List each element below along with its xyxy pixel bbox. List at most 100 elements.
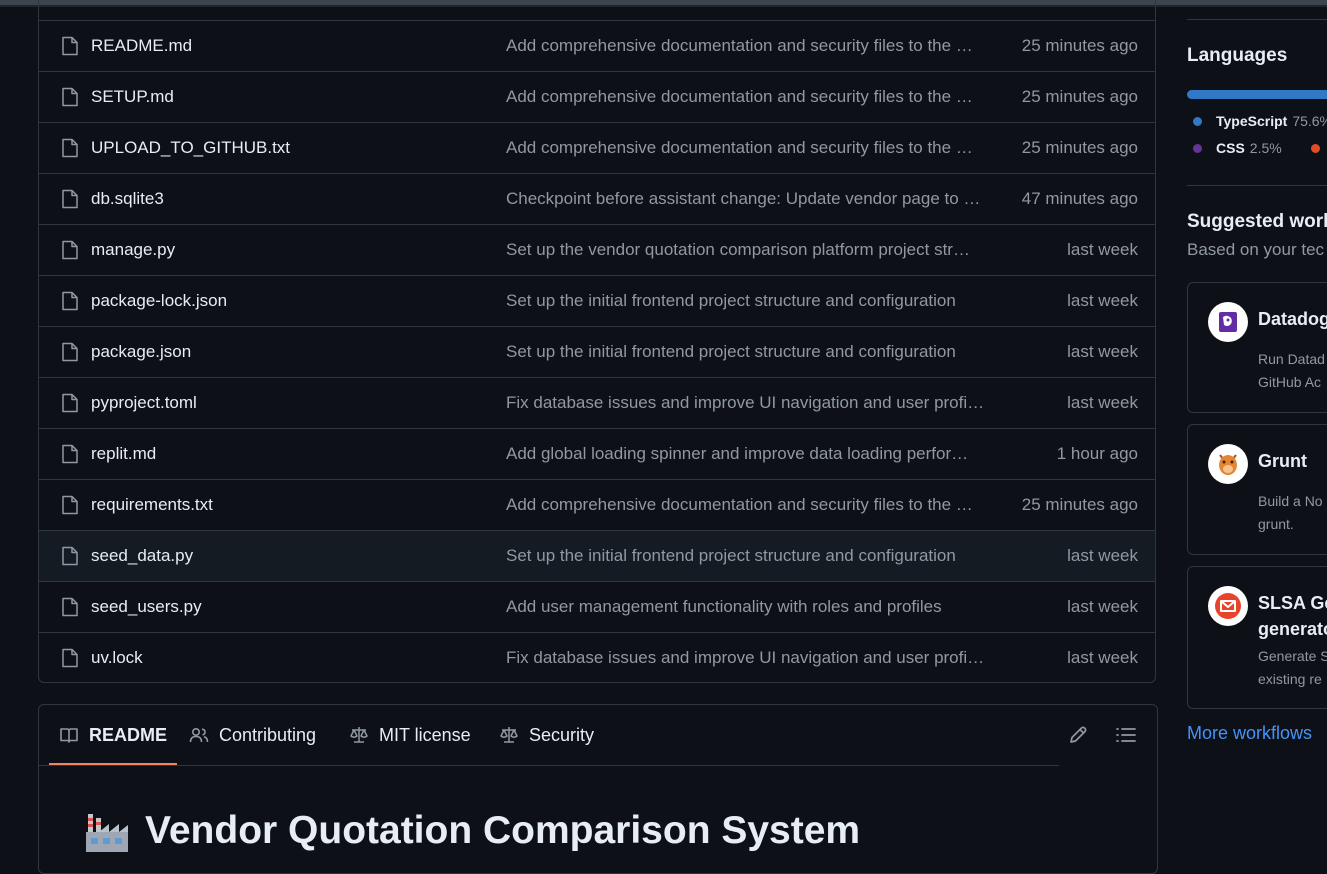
language-name: CSS	[1216, 140, 1245, 156]
file-name-link[interactable]: README.md	[91, 36, 192, 56]
workflow-title: Datadog	[1258, 309, 1327, 329]
readme-tab-bar: README Contributing MIT license Security	[39, 705, 1059, 766]
file-row[interactable]: seed_data.py Set up the initial frontend …	[39, 530, 1155, 581]
scale-icon	[350, 727, 368, 743]
commit-message-link[interactable]: Set up the vendor quotation comparison p…	[506, 240, 991, 260]
commit-time: last week	[1067, 597, 1138, 616]
file-name-link[interactable]: requirements.txt	[91, 495, 213, 515]
file-row[interactable]: manage.py Set up the vendor quotation com…	[39, 224, 1155, 275]
workflow-card-grunt[interactable]: Grunt Build a No grunt.	[1187, 424, 1327, 555]
commit-message-link[interactable]: Add comprehensive documentation and secu…	[506, 495, 991, 515]
tab-security[interactable]: Security	[499, 705, 594, 765]
file-name-link[interactable]: pyproject.toml	[91, 393, 197, 413]
file-row[interactable]: SETUP.md Add comprehensive documentation …	[39, 71, 1155, 122]
divider	[1187, 185, 1327, 186]
file-row[interactable]: package-lock.json Set up the initial fron…	[39, 275, 1155, 326]
workflow-description: Build a No	[1258, 493, 1323, 509]
file-row[interactable]: UPLOAD_TO_GITHUB.txt Add comprehensive do…	[39, 122, 1155, 173]
language-percent: 75.6%	[1292, 113, 1327, 129]
file-row[interactable]: uv.lock Fix database issues and improve U…	[39, 632, 1155, 682]
tab-security-label: Security	[529, 724, 595, 745]
language-bar	[1187, 90, 1327, 99]
commit-message-link[interactable]: Fix database issues and improve UI navig…	[506, 648, 991, 668]
language-percent: 2.5%	[1249, 140, 1282, 156]
workflow-title: Grunt	[1258, 451, 1307, 471]
file-name-link[interactable]: seed_users.py	[91, 597, 202, 617]
file-icon	[62, 240, 78, 260]
file-row[interactable]: seed_users.py Add user management functio…	[39, 581, 1155, 632]
workflow-card-slsa[interactable]: SLSA Ger generato Generate S existing re	[1187, 566, 1327, 709]
commit-message-link[interactable]: Set up the initial frontend project stru…	[506, 546, 991, 566]
datadog-logo-icon	[1208, 302, 1248, 342]
commit-message-link[interactable]: Add comprehensive documentation and secu…	[506, 138, 991, 158]
commit-time: last week	[1067, 393, 1138, 412]
commit-time: 25 minutes ago	[1021, 495, 1138, 514]
list-icon[interactable]	[1115, 724, 1137, 746]
tab-contributing[interactable]: Contributing	[189, 705, 316, 765]
language-typescript[interactable]: TypeScript 75.6%	[1193, 113, 1327, 129]
commit-time: 1 hour ago	[1056, 444, 1138, 463]
tab-readme-label: README	[89, 724, 168, 745]
tab-readme[interactable]: README	[48, 705, 178, 765]
commit-message-link[interactable]: Add user management functionality with r…	[506, 597, 991, 617]
workflow-card-datadog[interactable]: Datadog Run Datad GitHub Ac	[1187, 282, 1327, 413]
file-row[interactable]: replit.md Add global loading spinner and …	[39, 428, 1155, 479]
workflow-description: grunt.	[1258, 516, 1294, 532]
file-row[interactable]: pyproject.toml Fix database issues and im…	[39, 377, 1155, 428]
file-icon	[62, 291, 78, 311]
file-name-link[interactable]: package.json	[91, 342, 191, 362]
commit-time: 25 minutes ago	[1021, 36, 1138, 55]
file-icon	[62, 444, 78, 464]
typescript-dot-icon	[1193, 116, 1202, 126]
book-icon	[60, 728, 78, 743]
scale-icon	[500, 727, 518, 743]
file-row[interactable]: package.json Set up the initial frontend …	[39, 326, 1155, 377]
file-icon	[62, 648, 78, 668]
readme-heading: Vendor Quotation Comparison System	[85, 809, 860, 853]
file-row[interactable]: db.sqlite3 Checkpoint before assistant ch…	[39, 173, 1155, 224]
commit-message-link[interactable]: Checkpoint before assistant change: Upda…	[506, 189, 991, 209]
file-row[interactable]: requirements.txt Add comprehensive docume…	[39, 479, 1155, 530]
file-name-link[interactable]: package-lock.json	[91, 291, 227, 311]
readme-panel: README Contributing MIT license Security…	[38, 704, 1158, 874]
commit-time: last week	[1067, 546, 1138, 565]
factory-icon	[86, 814, 128, 852]
language-dot-icon	[1311, 144, 1320, 153]
workflow-description: GitHub Ac	[1258, 374, 1322, 390]
file-name-link[interactable]: replit.md	[91, 444, 156, 464]
file-row[interactable]: README.md Add comprehensive documentation…	[39, 20, 1155, 71]
file-name-link[interactable]: SETUP.md	[91, 87, 174, 107]
commit-message-link[interactable]: Add comprehensive documentation and secu…	[506, 36, 991, 56]
language-css[interactable]: CSS 2.5%	[1193, 140, 1282, 156]
readme-title-text: Vendor Quotation Comparison System	[145, 809, 861, 852]
file-icon	[62, 546, 78, 566]
language-name: TypeScript	[1216, 113, 1288, 129]
workflow-description: Generate S	[1258, 648, 1327, 664]
slsa-logo-icon	[1208, 586, 1248, 626]
workflows-heading: Suggested work	[1187, 211, 1327, 232]
workflows-subheading: Based on your tec	[1187, 240, 1325, 259]
more-workflows-link[interactable]: More workflows	[1187, 723, 1312, 744]
workflow-title-line: SLSA Ger	[1258, 593, 1327, 613]
file-icon	[62, 393, 78, 413]
tab-license[interactable]: MIT license	[349, 705, 471, 765]
pencil-icon[interactable]	[1067, 724, 1089, 746]
file-list: README.md Add comprehensive documentation…	[38, 0, 1156, 683]
commit-message-link[interactable]: Add global loading spinner and improve d…	[506, 444, 991, 464]
commit-time: 25 minutes ago	[1021, 87, 1138, 106]
file-name-link[interactable]: UPLOAD_TO_GITHUB.txt	[91, 138, 290, 158]
commit-time: 25 minutes ago	[1021, 138, 1138, 157]
commit-message-link[interactable]: Set up the initial frontend project stru…	[506, 342, 991, 362]
file-name-link[interactable]: db.sqlite3	[91, 189, 164, 209]
commit-time: last week	[1067, 291, 1138, 310]
commit-time: 47 minutes ago	[1021, 189, 1138, 208]
commit-message-link[interactable]: Set up the initial frontend project stru…	[506, 291, 991, 311]
workflow-description: Run Datad	[1258, 351, 1325, 367]
file-icon	[62, 36, 78, 56]
file-name-link[interactable]: manage.py	[91, 240, 175, 260]
commit-message-link[interactable]: Fix database issues and improve UI navig…	[506, 393, 991, 413]
file-name-link[interactable]: uv.lock	[91, 648, 143, 668]
file-icon	[62, 87, 78, 107]
commit-message-link[interactable]: Add comprehensive documentation and secu…	[506, 87, 991, 107]
file-name-link[interactable]: seed_data.py	[91, 546, 193, 566]
